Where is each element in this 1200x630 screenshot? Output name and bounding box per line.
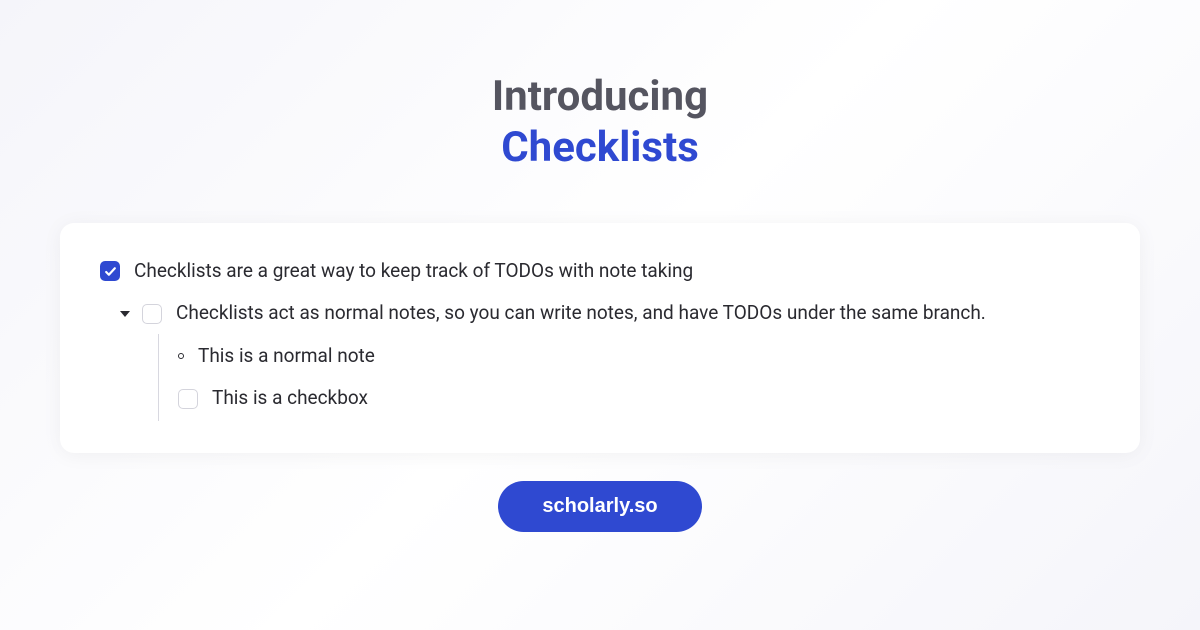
heading-line2: Checklists [492, 122, 708, 175]
example-card: Checklists are a great way to keep track… [60, 223, 1140, 453]
row-text: This is a checkbox [212, 384, 368, 413]
brand-pill-button[interactable]: scholarly.so [498, 481, 701, 532]
row-text: Checklists are a great way to keep track… [134, 257, 693, 286]
checklist-row: Checklists are a great way to keep track… [100, 257, 1100, 286]
checkbox-unchecked-icon[interactable] [142, 304, 162, 324]
row-text: This is a normal note [198, 342, 375, 371]
tree-line [158, 334, 159, 379]
checkbox-checked-icon[interactable] [100, 261, 120, 281]
bullet-icon [178, 353, 184, 359]
caret-down-icon[interactable] [120, 311, 130, 317]
tree-line [158, 376, 159, 421]
checklist-row: Checklists act as normal notes, so you c… [100, 299, 1100, 328]
heading-line1: Introducing [492, 72, 708, 122]
checklist-row: This is a checkbox [100, 384, 1100, 413]
checkbox-unchecked-icon[interactable] [178, 389, 198, 409]
note-row: This is a normal note [100, 342, 1100, 371]
row-text: Checklists act as normal notes, so you c… [176, 299, 986, 328]
page-heading: Introducing Checklists [492, 72, 708, 175]
